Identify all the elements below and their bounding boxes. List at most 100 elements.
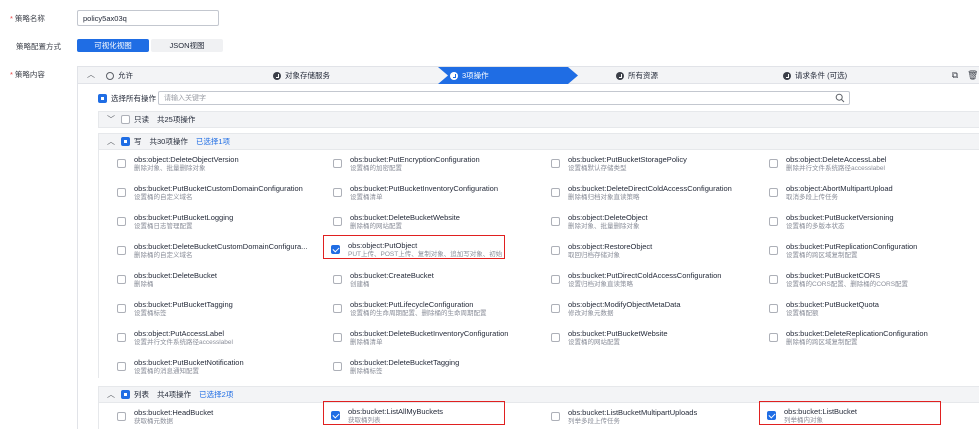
action-item[interactable]: obs:bucket:PutBucketQuota 设置桶配额 — [765, 295, 961, 317]
action-item[interactable]: obs:object:DeleteObjectVersion 删除对象、批量删除对… — [113, 150, 309, 172]
action-item[interactable]: obs:bucket:CreateBucket 创建桶 — [329, 266, 525, 288]
action-checkbox[interactable] — [117, 275, 126, 284]
copy-icon[interactable]: ⧉ — [950, 70, 960, 80]
action-item[interactable]: obs:bucket:PutBucketTagging 设置桶标签 — [113, 295, 309, 317]
action-checkbox[interactable] — [117, 362, 126, 371]
action-item[interactable]: obs:bucket:PutReplicationConfiguration 设置… — [765, 237, 961, 259]
group-write-count: 共30项操作 — [149, 137, 188, 146]
action-checkbox[interactable] — [769, 246, 778, 255]
action-checkbox[interactable] — [117, 159, 126, 168]
step-service[interactable]: 对象存储服务 — [273, 67, 330, 84]
action-item[interactable]: obs:bucket:DeleteDirectColdAccessConfigu… — [547, 179, 743, 201]
action-text: obs:bucket:PutBucketLogging 设置桶日志管理配置 — [134, 213, 312, 231]
action-checkbox[interactable] — [333, 188, 342, 197]
action-item[interactable]: obs:object:ModifyObjectMetaData 修改对象元数据 — [547, 295, 743, 317]
action-item[interactable]: obs:bucket:PutEncryptionConfiguration 设置桶… — [329, 150, 525, 172]
action-item[interactable]: obs:object:DeleteAccessLabel 删除并行文件系统路径ac… — [765, 150, 961, 172]
circle-icon — [106, 71, 114, 80]
action-description: 删除对象、批量删除对象 — [134, 165, 206, 172]
action-checkbox[interactable] — [551, 246, 560, 255]
action-checkbox[interactable] — [551, 159, 560, 168]
search-icon[interactable] — [835, 93, 845, 103]
action-item[interactable]: obs:bucket:ListBucket 列举桶内对象 — [759, 401, 941, 425]
action-description: 设置桶的网站配置 — [568, 339, 620, 346]
tab-json-view[interactable]: JSON视图 — [151, 39, 223, 52]
group-write-header[interactable]: ︿ 写 共30项操作 已选择1项 — [98, 133, 979, 150]
action-checkbox[interactable] — [333, 304, 342, 313]
step-conditions[interactable]: 请求条件 (可选) — [783, 67, 847, 84]
group-list-selected[interactable]: 已选择2项 — [199, 389, 233, 400]
policy-name-input[interactable]: policy5ax03q — [77, 10, 219, 26]
action-checkbox[interactable] — [333, 362, 342, 371]
action-item[interactable]: obs:bucket:PutDirectColdAccessConfigurat… — [547, 266, 743, 288]
action-item[interactable]: obs:bucket:PutBucketNotification 设置桶的消息通知… — [113, 353, 309, 375]
action-item[interactable]: obs:bucket:PutBucketStoragePolicy 设置桶默认存储… — [547, 150, 743, 172]
action-item[interactable]: obs:bucket:PutBucketCORS 设置桶的CORS配置、删除桶的C… — [765, 266, 961, 288]
action-checkbox[interactable] — [117, 412, 126, 421]
action-item[interactable]: obs:object:DeleteObject 删除对象、批量删除对象 — [547, 208, 743, 230]
action-description: 删除对象、批量删除对象 — [568, 223, 640, 230]
action-item[interactable]: obs:bucket:HeadBucket 获取桶元数据 — [113, 403, 309, 425]
step-resources[interactable]: 所有资源 — [616, 67, 658, 84]
action-checkbox[interactable] — [117, 188, 126, 197]
action-item[interactable]: obs:object:RestoreObject 取回归档存储对象 — [547, 237, 743, 259]
action-item[interactable]: obs:bucket:ListAllMyBuckets 获取桶列表 — [323, 401, 505, 425]
action-item[interactable]: obs:bucket:PutBucketInventoryConfigurati… — [329, 179, 525, 201]
action-description: 列举多段上传任务 — [568, 418, 620, 425]
action-checkbox[interactable] — [331, 411, 340, 420]
action-checkbox[interactable] — [769, 159, 778, 168]
action-item[interactable]: obs:bucket:DeleteBucketCustomDomainConfi… — [113, 237, 309, 259]
action-item[interactable]: obs:bucket:PutBucketCustomDomainConfigur… — [113, 179, 309, 201]
action-item[interactable]: obs:bucket:ListBucketMultipartUploads 列举多… — [547, 403, 743, 425]
action-item[interactable]: obs:bucket:DeleteBucket 删除桶 — [113, 266, 309, 288]
action-checkbox[interactable] — [767, 411, 776, 420]
action-checkbox[interactable] — [333, 159, 342, 168]
action-description: 删除桶归档对象直读策略 — [568, 194, 640, 201]
action-item[interactable]: obs:bucket:DeleteBucketInventoryConfigur… — [329, 324, 525, 346]
action-item[interactable]: obs:bucket:DeleteReplicationConfiguratio… — [765, 324, 961, 346]
group-write-selected[interactable]: 已选择1项 — [196, 136, 230, 147]
action-name: obs:bucket:PutBucketVersioning — [786, 213, 894, 222]
action-checkbox[interactable] — [333, 333, 342, 342]
group-write-checkbox[interactable] — [121, 137, 130, 146]
action-description: 取回归档存储对象 — [568, 252, 620, 259]
action-checkbox[interactable] — [769, 275, 778, 284]
action-text: obs:bucket:DeleteBucketTagging 删除桶标签 — [350, 358, 528, 376]
action-checkbox[interactable] — [117, 246, 126, 255]
action-item[interactable]: obs:bucket:DeleteBucketTagging 删除桶标签 — [329, 353, 525, 375]
tab-visual-view[interactable]: 可视化视图 — [77, 39, 149, 52]
action-item[interactable]: obs:bucket:PutLifecycleConfiguration 设置桶的… — [329, 295, 525, 317]
action-item[interactable]: obs:bucket:DeleteBucketWebsite 删除桶的网站配置 — [329, 208, 525, 230]
action-checkbox[interactable] — [769, 188, 778, 197]
action-checkbox[interactable] — [769, 304, 778, 313]
action-checkbox[interactable] — [333, 217, 342, 226]
action-item[interactable]: obs:object:AbortMultipartUpload 取消多段上传任务 — [765, 179, 961, 201]
action-checkbox[interactable] — [333, 275, 342, 284]
collapse-chevron-icon[interactable]: ︿ — [86, 70, 96, 80]
action-checkbox[interactable] — [551, 412, 560, 421]
action-item[interactable]: obs:bucket:PutBucketVersioning 设置桶的多版本状态 — [765, 208, 961, 230]
action-item[interactable]: obs:bucket:PutBucketLogging 设置桶日志管理配置 — [113, 208, 309, 230]
action-item[interactable]: obs:object:PutAccessLabel 设置并行文件系统路径acces… — [113, 324, 309, 346]
action-checkbox[interactable] — [551, 304, 560, 313]
delete-icon[interactable]: 🗑 — [967, 70, 978, 80]
action-checkbox[interactable] — [551, 333, 560, 342]
action-checkbox[interactable] — [117, 304, 126, 313]
action-checkbox[interactable] — [117, 333, 126, 342]
action-checkbox[interactable] — [769, 333, 778, 342]
action-checkbox[interactable] — [551, 217, 560, 226]
action-search-input[interactable]: 请输入关键字 — [158, 91, 850, 105]
action-item[interactable]: obs:bucket:PutBucketWebsite 设置桶的网站配置 — [547, 324, 743, 346]
select-all-checkbox[interactable] — [98, 93, 107, 103]
action-checkbox[interactable] — [551, 188, 560, 197]
action-checkbox[interactable] — [117, 217, 126, 226]
group-list-checkbox[interactable] — [121, 390, 130, 399]
action-item[interactable]: obs:object:PutObject PUT上传、POST上传、复制对象、追加… — [323, 235, 505, 259]
action-checkbox[interactable] — [551, 275, 560, 284]
action-checkbox[interactable] — [331, 245, 340, 254]
group-readonly-header[interactable]: ﹀ 只读 共25项操作 — [98, 111, 979, 128]
group-readonly-checkbox[interactable] — [121, 115, 130, 124]
step-actions[interactable]: 3项操作 — [450, 67, 489, 84]
step-effect[interactable]: 允许 — [106, 67, 133, 84]
action-checkbox[interactable] — [769, 217, 778, 226]
